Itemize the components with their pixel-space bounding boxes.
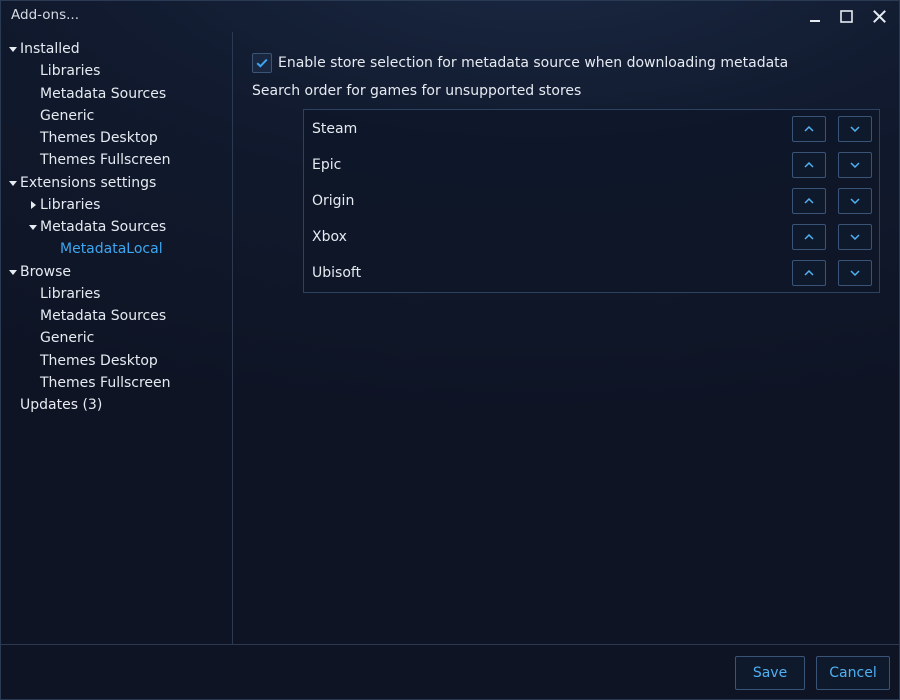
- chevron-up-icon: [804, 126, 814, 132]
- chevron-up-icon: [804, 234, 814, 240]
- store-name: Steam: [312, 121, 358, 137]
- tree-item-browse[interactable]: Browse: [9, 262, 71, 282]
- tree-item-label: Metadata Sources: [40, 219, 167, 235]
- chevron-down-icon[interactable]: [9, 270, 17, 275]
- chevron-down-icon: [850, 234, 860, 240]
- tree-item-installed-themes-desktop[interactable]: Themes Desktop: [40, 128, 158, 148]
- store-name: Epic: [312, 157, 342, 173]
- chevron-down-icon: [850, 198, 860, 204]
- minimize-icon: [810, 20, 820, 22]
- tree-item-browse-metadata-sources[interactable]: Metadata Sources: [40, 306, 166, 326]
- tree-item-label: Themes Desktop: [40, 130, 158, 146]
- addons-window: Add-ons... Installed Libraries Metadata …: [0, 0, 900, 700]
- tree-item-installed[interactable]: Installed: [9, 39, 80, 59]
- tree-item-label: Libraries: [40, 197, 101, 213]
- chevron-down-icon: [850, 126, 860, 132]
- tree-item-label: Themes Fullscreen: [40, 152, 171, 168]
- tree-item-browse-themes-fullscreen[interactable]: Themes Fullscreen: [40, 373, 171, 393]
- tree-item-label: Updates (3): [20, 397, 103, 413]
- chevron-down-icon[interactable]: [9, 47, 17, 52]
- tree-item-label: Themes Fullscreen: [40, 375, 171, 391]
- tree-item-label: Generic: [40, 330, 95, 346]
- tree-item-label: Extensions settings: [20, 175, 157, 191]
- tree-item-label: Libraries: [40, 286, 101, 302]
- move-up-button[interactable]: [792, 224, 826, 250]
- title-bar[interactable]: Add-ons...: [1, 1, 899, 32]
- tree-item-label: Metadata Sources: [40, 308, 167, 324]
- window-title: Add-ons...: [11, 7, 79, 23]
- chevron-down-icon[interactable]: [9, 181, 17, 186]
- addons-navigation-tree: Installed Libraries Metadata Sources Gen…: [1, 32, 233, 644]
- move-down-button[interactable]: [838, 260, 872, 286]
- move-up-button[interactable]: [792, 188, 826, 214]
- tree-item-extensions-metadata-sources[interactable]: Metadata Sources: [29, 217, 167, 237]
- checkmark-icon: [256, 58, 268, 68]
- chevron-up-icon: [804, 162, 814, 168]
- tree-item-extensions-libraries[interactable]: Libraries: [31, 195, 101, 215]
- chevron-down-icon[interactable]: [29, 225, 37, 230]
- tree-item-metadatalocal[interactable]: MetadataLocal: [60, 239, 163, 259]
- move-down-button[interactable]: [838, 224, 872, 250]
- maximize-button[interactable]: [831, 3, 861, 29]
- chevron-up-icon: [804, 198, 814, 204]
- maximize-icon: [839, 9, 853, 23]
- chevron-down-icon: [850, 270, 860, 276]
- tree-item-label: MetadataLocal: [60, 241, 163, 257]
- save-button[interactable]: Save: [735, 656, 805, 690]
- tree-item-browse-libraries[interactable]: Libraries: [40, 284, 100, 304]
- metadata-local-settings: Enable store selection for metadata sour…: [233, 32, 899, 644]
- tree-item-browse-themes-desktop[interactable]: Themes Desktop: [40, 351, 158, 371]
- move-up-button[interactable]: [792, 260, 826, 286]
- list-item: Ubisoft: [304, 255, 879, 291]
- tree-item-extensions-settings[interactable]: Extensions settings: [9, 173, 157, 193]
- store-order-list: Steam Epic Origin Xbox Ubisoft: [303, 109, 880, 293]
- move-down-button[interactable]: [838, 116, 872, 142]
- move-up-button[interactable]: [792, 152, 826, 178]
- tree-item-label: Metadata Sources: [40, 86, 167, 102]
- tree-item-label: Browse: [20, 264, 71, 280]
- tree-item-updates[interactable]: Updates (3): [20, 395, 102, 415]
- list-item: Epic: [304, 147, 879, 183]
- move-up-button[interactable]: [792, 116, 826, 142]
- close-icon: [872, 9, 886, 23]
- list-item: Origin: [304, 183, 879, 219]
- cancel-button[interactable]: Cancel: [816, 656, 890, 690]
- chevron-down-icon: [850, 162, 860, 168]
- tree-item-installed-generic[interactable]: Generic: [40, 106, 94, 126]
- chevron-right-icon[interactable]: [31, 201, 36, 209]
- tree-item-installed-libraries[interactable]: Libraries: [40, 61, 100, 81]
- tree-item-installed-themes-fullscreen[interactable]: Themes Fullscreen: [40, 150, 171, 170]
- tree-item-installed-metadata-sources[interactable]: Metadata Sources: [40, 84, 166, 104]
- tree-item-browse-generic[interactable]: Generic: [40, 328, 94, 348]
- list-item: Xbox: [304, 219, 879, 255]
- minimize-button[interactable]: [800, 3, 830, 29]
- tree-item-label: Installed: [20, 41, 80, 57]
- store-name: Origin: [312, 193, 355, 209]
- store-name: Xbox: [312, 229, 347, 245]
- tree-item-label: Generic: [40, 108, 95, 124]
- enable-store-selection-checkbox[interactable]: [252, 53, 272, 73]
- enable-store-selection-label[interactable]: Enable store selection for metadata sour…: [278, 53, 788, 73]
- move-down-button[interactable]: [838, 188, 872, 214]
- close-button[interactable]: [864, 3, 894, 29]
- chevron-up-icon: [804, 270, 814, 276]
- tree-item-label: Libraries: [40, 63, 101, 79]
- list-item: Steam: [304, 111, 879, 147]
- move-down-button[interactable]: [838, 152, 872, 178]
- search-order-label: Search order for games for unsupported s…: [252, 83, 582, 99]
- dialog-footer: Save Cancel: [1, 644, 899, 699]
- tree-item-label: Themes Desktop: [40, 353, 158, 369]
- store-name: Ubisoft: [312, 265, 362, 281]
